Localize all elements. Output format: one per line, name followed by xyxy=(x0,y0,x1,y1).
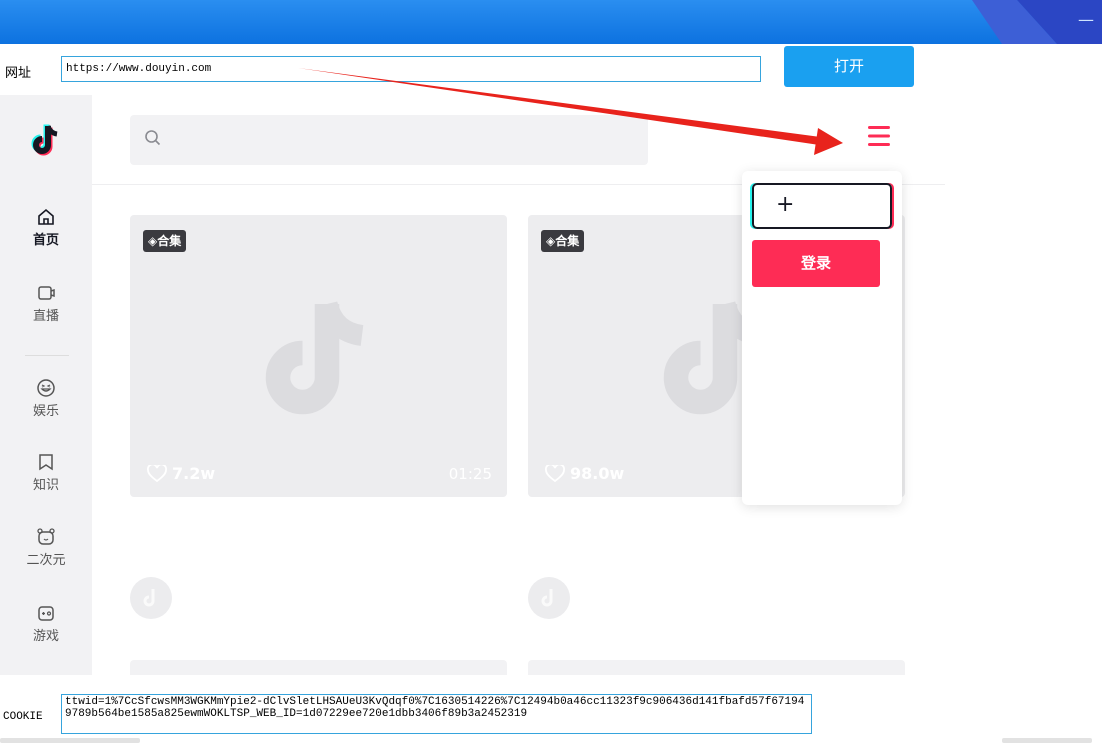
search-icon xyxy=(145,130,161,146)
like-count: 7.2w xyxy=(147,464,215,483)
url-label: 网址 xyxy=(5,66,32,81)
sidebar-item-label: 二次元 xyxy=(26,553,66,568)
like-count: 98.0w xyxy=(545,464,624,483)
collection-tag: ◈合集 xyxy=(143,230,187,252)
sidebar-item-live[interactable]: 直播 xyxy=(0,283,92,324)
menu-popup: + 登录 xyxy=(742,171,902,505)
sidebar-item-knowledge[interactable]: 知识 xyxy=(0,452,92,493)
video-card[interactable]: ◈合集 7.2w 01:25 xyxy=(130,215,507,497)
sidebar-item-label: 知识 xyxy=(32,478,59,493)
cookie-textarea[interactable]: ttwid=1%7CcSfcwsMM3WGKMmYpie2-dClvSletLH… xyxy=(61,694,812,734)
douyin-placeholder-icon xyxy=(143,589,155,607)
heart-icon xyxy=(147,464,167,482)
game-icon xyxy=(38,606,54,621)
anime-icon xyxy=(37,528,55,545)
sidebar-item-game[interactable]: 游戏 xyxy=(0,603,92,644)
upload-button[interactable]: + xyxy=(752,183,892,229)
layers-icon: ◈ xyxy=(148,234,158,248)
sidebar-item-label: 游戏 xyxy=(32,629,59,644)
sidebar-item-entertainment[interactable]: 娱乐 xyxy=(0,378,92,419)
entertainment-icon xyxy=(37,379,55,397)
heart-icon xyxy=(545,464,565,482)
douyin-placeholder-icon xyxy=(541,589,553,607)
window-titlebar: — xyxy=(0,0,1102,44)
douyin-logo-icon[interactable] xyxy=(26,120,66,160)
sidebar-divider xyxy=(25,355,69,356)
minimize-button[interactable]: — xyxy=(1078,10,1094,29)
login-button[interactable]: 登录 xyxy=(752,240,880,287)
author-avatar[interactable] xyxy=(528,577,570,619)
douyin-placeholder-icon xyxy=(265,300,364,415)
collection-tag: ◈合集 xyxy=(541,230,585,252)
search-box[interactable] xyxy=(130,115,648,165)
author-avatar[interactable] xyxy=(130,577,172,619)
sidebar-item-label: 娱乐 xyxy=(32,404,59,419)
video-duration: 01:25 xyxy=(448,465,492,483)
sidebar-item-anime[interactable]: 二次元 xyxy=(0,527,92,568)
sidebar-item-label: 首页 xyxy=(32,233,59,248)
knowledge-icon xyxy=(39,454,53,471)
sidebar-item-label: 直播 xyxy=(32,309,59,324)
live-icon xyxy=(38,286,55,300)
cookie-label: COOKIE xyxy=(3,711,43,723)
url-input[interactable] xyxy=(61,56,761,82)
layers-icon: ◈ xyxy=(546,234,556,248)
video-card-partial[interactable] xyxy=(130,660,507,675)
menu-icon[interactable] xyxy=(866,125,892,147)
horizontal-scrollbar[interactable] xyxy=(0,738,140,743)
video-card-partial[interactable] xyxy=(528,660,905,675)
home-icon xyxy=(38,208,54,225)
open-button[interactable]: 打开 xyxy=(784,46,914,87)
sidebar-item-home[interactable]: 首页 xyxy=(0,207,92,248)
sidebar: 首页 直播 娱乐 知识 二次元 游戏 xyxy=(0,95,92,675)
horizontal-scrollbar[interactable] xyxy=(1002,738,1092,743)
